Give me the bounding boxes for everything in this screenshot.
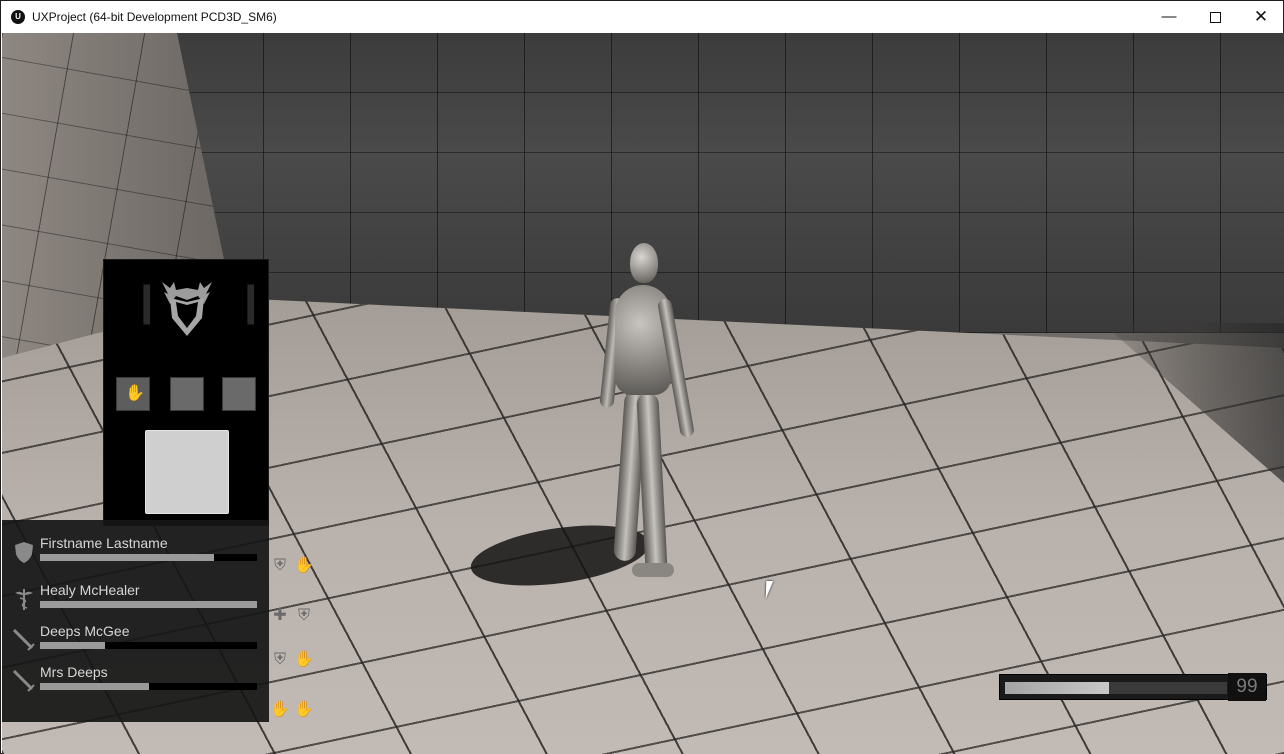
winged-shield-icon	[162, 282, 212, 336]
health-bar-fill	[40, 554, 214, 561]
resource-track	[1005, 682, 1227, 694]
game-window: U UXProject (64-bit Development PCD3D_SM…	[0, 0, 1284, 754]
shield-buff-icon: ⛨	[273, 651, 286, 668]
shield-icon	[15, 542, 33, 563]
party-member-3-buffs: ⛨ ✋	[269, 649, 329, 677]
party-member-3[interactable]: Deeps McGee	[2, 620, 269, 661]
minimize-button[interactable]: —	[1146, 1, 1192, 33]
party-member-4-buffs: ✋ ✋	[269, 699, 329, 727]
hand-buff-icon: ✋	[270, 701, 290, 718]
health-bar-fill	[40, 683, 149, 690]
hand-buff-icon: ✋	[294, 651, 314, 668]
resource-fill	[1005, 682, 1110, 694]
ability-slot-3[interactable]	[222, 377, 256, 411]
maximize-button[interactable]	[1192, 1, 1238, 33]
party-member-2-buffs: ✚ ⛨	[269, 605, 329, 633]
resource-count: 99	[1228, 673, 1266, 701]
primary-slot[interactable]	[145, 430, 229, 514]
party-member-1[interactable]: Firstname Lastname	[2, 532, 269, 573]
party-member-2[interactable]: Healy McHealer	[2, 579, 269, 620]
ability-panel: ❙ ❙ ✋	[103, 259, 269, 526]
hand-buff-icon: ✋	[294, 701, 314, 718]
hand-icon: ✋	[125, 385, 145, 402]
health-bar	[40, 642, 257, 649]
maximize-icon	[1209, 11, 1221, 23]
caduceus-icon	[15, 589, 33, 610]
character-head	[630, 243, 658, 283]
resource-meter: 99	[999, 673, 1267, 701]
health-bar	[40, 601, 257, 608]
player-character	[597, 243, 697, 583]
hand-buff-icon: ✋	[294, 557, 314, 574]
character-right-leg	[636, 392, 668, 574]
party-frames: Firstname Lastname Healy McHealer Deeps …	[2, 520, 269, 722]
ability-slot-1[interactable]: ✋	[116, 377, 150, 411]
mouse-cursor-icon	[765, 581, 774, 599]
party-member-1-buffs: ⛨ ✋	[269, 555, 329, 583]
member-name: Healy McHealer	[40, 582, 140, 598]
panel-right-mark: ❙	[234, 280, 268, 324]
close-button[interactable]: ✕	[1238, 1, 1284, 33]
party-member-4[interactable]: Mrs Deeps	[2, 661, 269, 702]
unreal-engine-logo-icon: U	[11, 10, 25, 24]
shield-buff-icon: ⛨	[273, 557, 286, 574]
member-name: Firstname Lastname	[40, 535, 168, 551]
ability-slot-2[interactable]	[170, 377, 204, 411]
health-bar	[40, 554, 257, 561]
cross-buff-icon: ✚	[273, 607, 287, 624]
shield-buff-icon: ⛨	[297, 607, 310, 624]
health-bar	[40, 683, 257, 690]
character-foot	[632, 563, 674, 577]
member-name: Mrs Deeps	[40, 664, 108, 680]
health-bar-fill	[40, 642, 106, 649]
sword-icon	[12, 669, 35, 692]
window-title: UXProject (64-bit Development PCD3D_SM6)	[32, 10, 277, 24]
health-bar-fill	[40, 601, 257, 608]
sword-icon	[12, 628, 35, 651]
member-name: Deeps McGee	[40, 623, 130, 639]
title-bar[interactable]: U UXProject (64-bit Development PCD3D_SM…	[1, 1, 1283, 33]
